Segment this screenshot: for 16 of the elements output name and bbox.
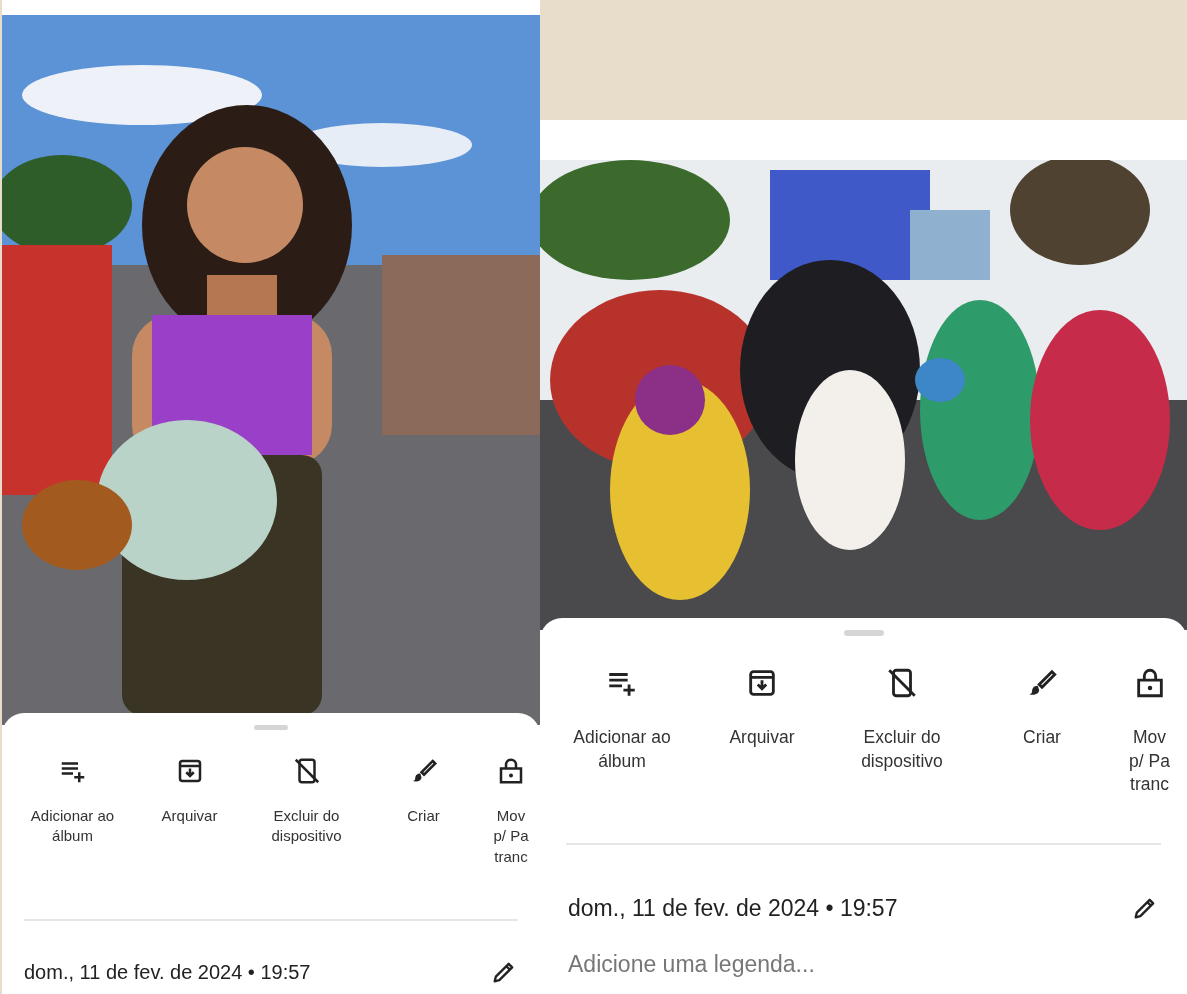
phone-off-icon — [885, 666, 919, 700]
caption-field[interactable]: Adicione uma legenda... — [568, 947, 928, 982]
action-button[interactable]: Mov p/ Pa tranc — [1112, 666, 1187, 797]
action-button[interactable]: Excluir do dispositivo — [248, 756, 365, 867]
drag-handle[interactable] — [843, 630, 884, 636]
date-time: dom., 11 de fev. de 2024 • 19:57 — [24, 959, 311, 985]
drag-handle[interactable] — [254, 725, 288, 730]
date-time: dom., 11 de fev. de 2024 • 19:57 — [568, 893, 898, 923]
action-button[interactable]: Excluir do dispositivo — [832, 666, 972, 797]
action-button[interactable]: Mov p/ Pa tranc — [482, 756, 540, 867]
action-button[interactable]: Adicionar ao álbum — [552, 666, 692, 797]
action-button[interactable]: Arquivar — [131, 756, 248, 867]
action-button[interactable]: Criar — [365, 756, 482, 867]
action-button[interactable]: Criar — [972, 666, 1112, 797]
action-button[interactable]: Arquivar — [692, 666, 832, 797]
action-button[interactable]: Adicionar ao álbum — [14, 756, 131, 867]
